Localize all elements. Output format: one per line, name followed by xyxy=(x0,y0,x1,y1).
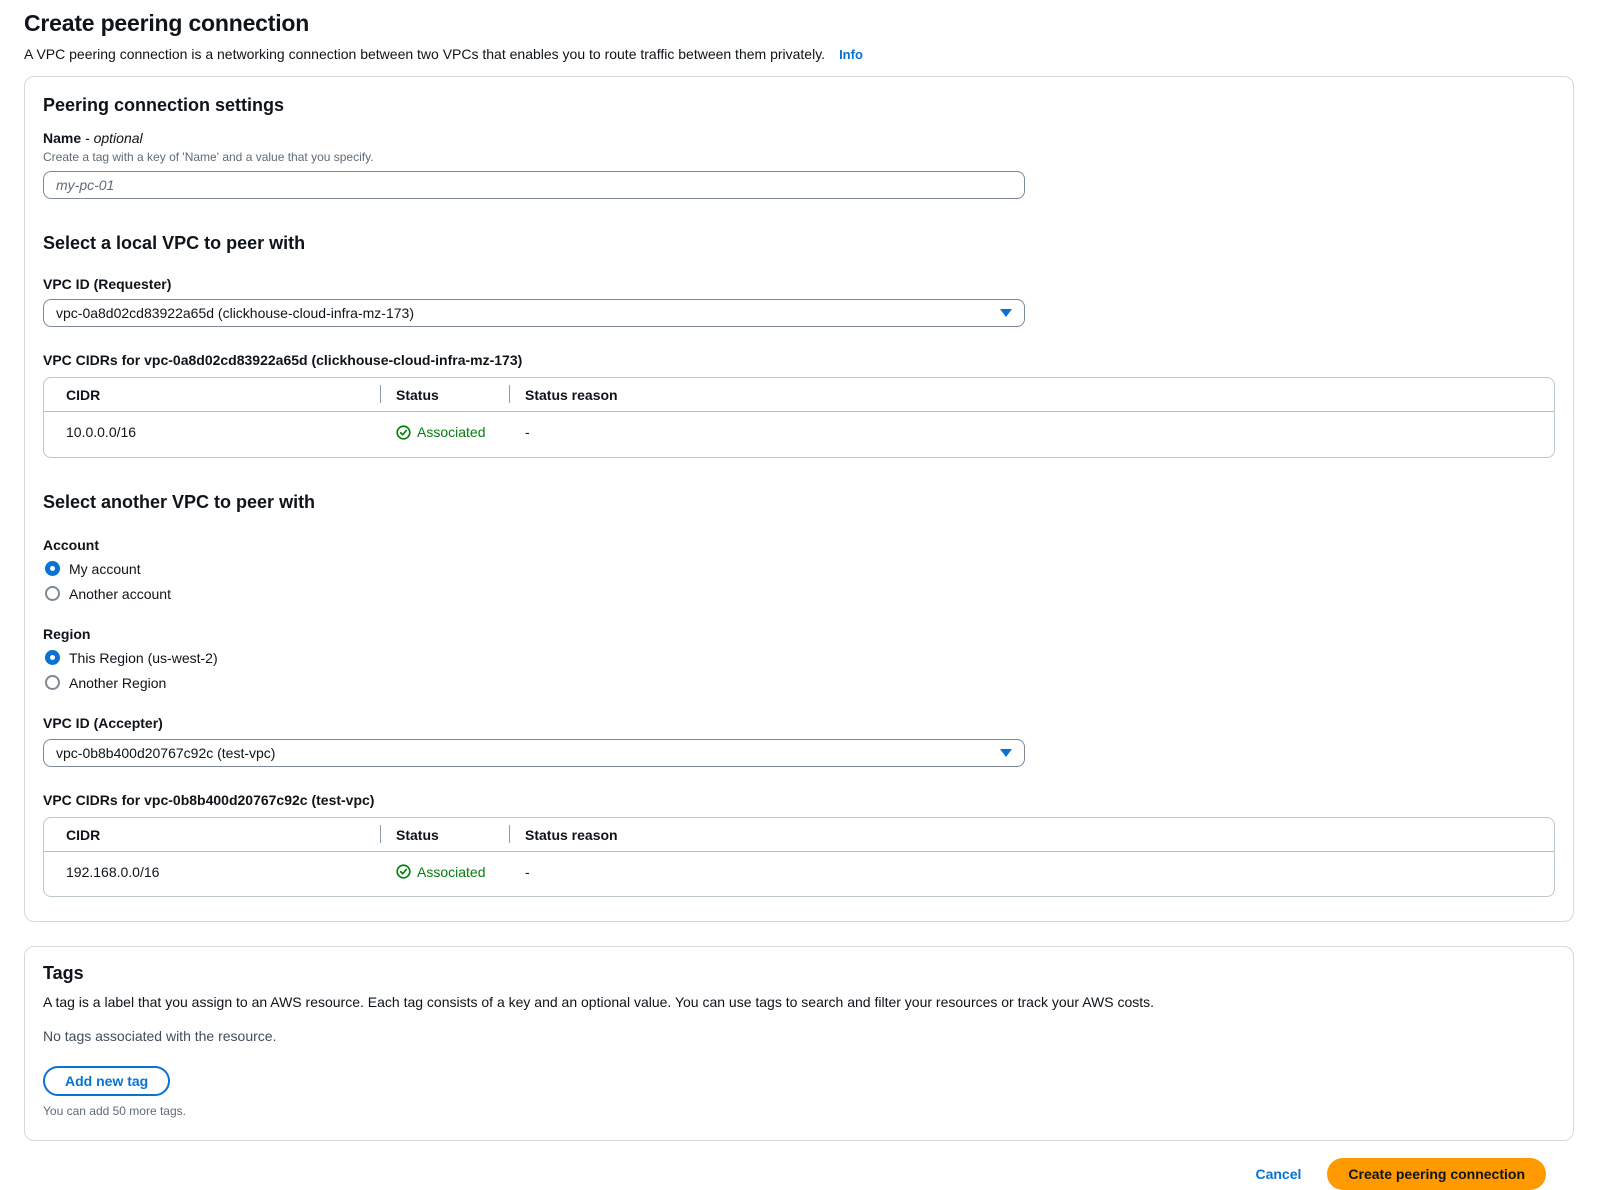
col-header-status: Status xyxy=(380,378,509,411)
status-badge: Associated xyxy=(396,864,485,880)
radio-another-account[interactable]: Another account xyxy=(45,586,171,602)
tags-card: Tags A tag is a label that you assign to… xyxy=(24,946,1574,1141)
col-header-cidr: CIDR xyxy=(44,818,380,851)
region-group-label: Region xyxy=(43,626,1555,642)
peering-settings-card: Peering connection settings Name - optio… xyxy=(24,76,1574,922)
table-row: 10.0.0.0/16 Associated - xyxy=(44,412,1554,457)
table-row: 192.168.0.0/16 Associated - xyxy=(44,852,1554,897)
radio-selected-icon[interactable] xyxy=(45,650,60,665)
cidr-value: 10.0.0.0/16 xyxy=(44,412,380,457)
create-peering-connection-button[interactable]: Create peering connection xyxy=(1327,1158,1546,1190)
chevron-down-icon xyxy=(1000,309,1012,317)
col-header-status-reason: Status reason xyxy=(509,818,1554,851)
vpc-accepter-label: VPC ID (Accepter) xyxy=(43,715,1555,731)
status-badge: Associated xyxy=(396,424,485,440)
name-field-hint: Create a tag with a key of 'Name' and a … xyxy=(43,150,1555,164)
name-input[interactable] xyxy=(43,171,1025,199)
status-text: Associated xyxy=(417,864,485,880)
accepter-cidr-table: CIDR Status Status reason 192.168.0.0/16… xyxy=(43,817,1555,898)
radio-another-region[interactable]: Another Region xyxy=(45,675,166,691)
cidr-value: 192.168.0.0/16 xyxy=(44,852,380,897)
footer-actions: Cancel Create peering connection xyxy=(24,1141,1574,1190)
page-description: A VPC peering connection is a networking… xyxy=(24,46,1574,62)
chevron-down-icon xyxy=(1000,749,1012,757)
create-peering-connection-page: Create peering connection A VPC peering … xyxy=(0,0,1600,1190)
status-success-icon xyxy=(396,864,411,879)
requester-cidrs-heading: VPC CIDRs for vpc-0a8d02cd83922a65d (cli… xyxy=(43,352,1555,368)
vpc-accepter-selected-value: vpc-0b8b400d20767c92c (test-vpc) xyxy=(56,745,275,761)
radio-unselected-icon[interactable] xyxy=(45,675,60,690)
vpc-requester-label: VPC ID (Requester) xyxy=(43,276,1555,292)
status-text: Associated xyxy=(417,424,485,440)
radio-label: This Region (us-west-2) xyxy=(69,650,218,666)
status-reason-value: - xyxy=(509,412,1554,457)
radio-selected-icon[interactable] xyxy=(45,561,60,576)
radio-label: Another Region xyxy=(69,675,166,691)
radio-unselected-icon[interactable] xyxy=(45,586,60,601)
radio-label: Another account xyxy=(69,586,171,602)
table-header-row: CIDR Status Status reason xyxy=(44,818,1554,852)
name-label-text: Name xyxy=(43,130,81,146)
info-link[interactable]: Info xyxy=(839,47,863,62)
add-new-tag-button[interactable]: Add new tag xyxy=(43,1066,170,1096)
radio-my-account[interactable]: My account xyxy=(45,561,141,577)
page-header: Create peering connection A VPC peering … xyxy=(24,10,1574,62)
another-vpc-section-heading: Select another VPC to peer with xyxy=(43,492,1555,513)
radio-this-region[interactable]: This Region (us-west-2) xyxy=(45,650,218,666)
page-description-text: A VPC peering connection is a networking… xyxy=(24,46,825,62)
requester-cidr-table: CIDR Status Status reason 10.0.0.0/16 As… xyxy=(43,377,1555,458)
cancel-button[interactable]: Cancel xyxy=(1255,1166,1301,1182)
status-reason-value: - xyxy=(509,852,1554,897)
page-title: Create peering connection xyxy=(24,10,1574,37)
tags-remaining-text: You can add 50 more tags. xyxy=(43,1104,1555,1118)
account-group-label: Account xyxy=(43,537,1555,553)
settings-card-title: Peering connection settings xyxy=(43,95,1555,116)
col-header-cidr: CIDR xyxy=(44,378,380,411)
status-success-icon xyxy=(396,425,411,440)
accepter-cidrs-heading: VPC CIDRs for vpc-0b8b400d20767c92c (tes… xyxy=(43,792,1555,808)
col-header-status-reason: Status reason xyxy=(509,378,1554,411)
col-header-status: Status xyxy=(380,818,509,851)
vpc-requester-selected-value: vpc-0a8d02cd83922a65d (clickhouse-cloud-… xyxy=(56,305,414,321)
vpc-requester-select[interactable]: vpc-0a8d02cd83922a65d (clickhouse-cloud-… xyxy=(43,299,1025,327)
name-optional-suffix: - optional xyxy=(81,130,142,146)
vpc-accepter-select[interactable]: vpc-0b8b400d20767c92c (test-vpc) xyxy=(43,739,1025,767)
local-vpc-section-heading: Select a local VPC to peer with xyxy=(43,233,1555,254)
tags-description: A tag is a label that you assign to an A… xyxy=(43,994,1555,1010)
radio-label: My account xyxy=(69,561,141,577)
tags-card-title: Tags xyxy=(43,963,1555,984)
table-header-row: CIDR Status Status reason xyxy=(44,378,1554,412)
name-field-label: Name - optional xyxy=(43,130,1555,146)
